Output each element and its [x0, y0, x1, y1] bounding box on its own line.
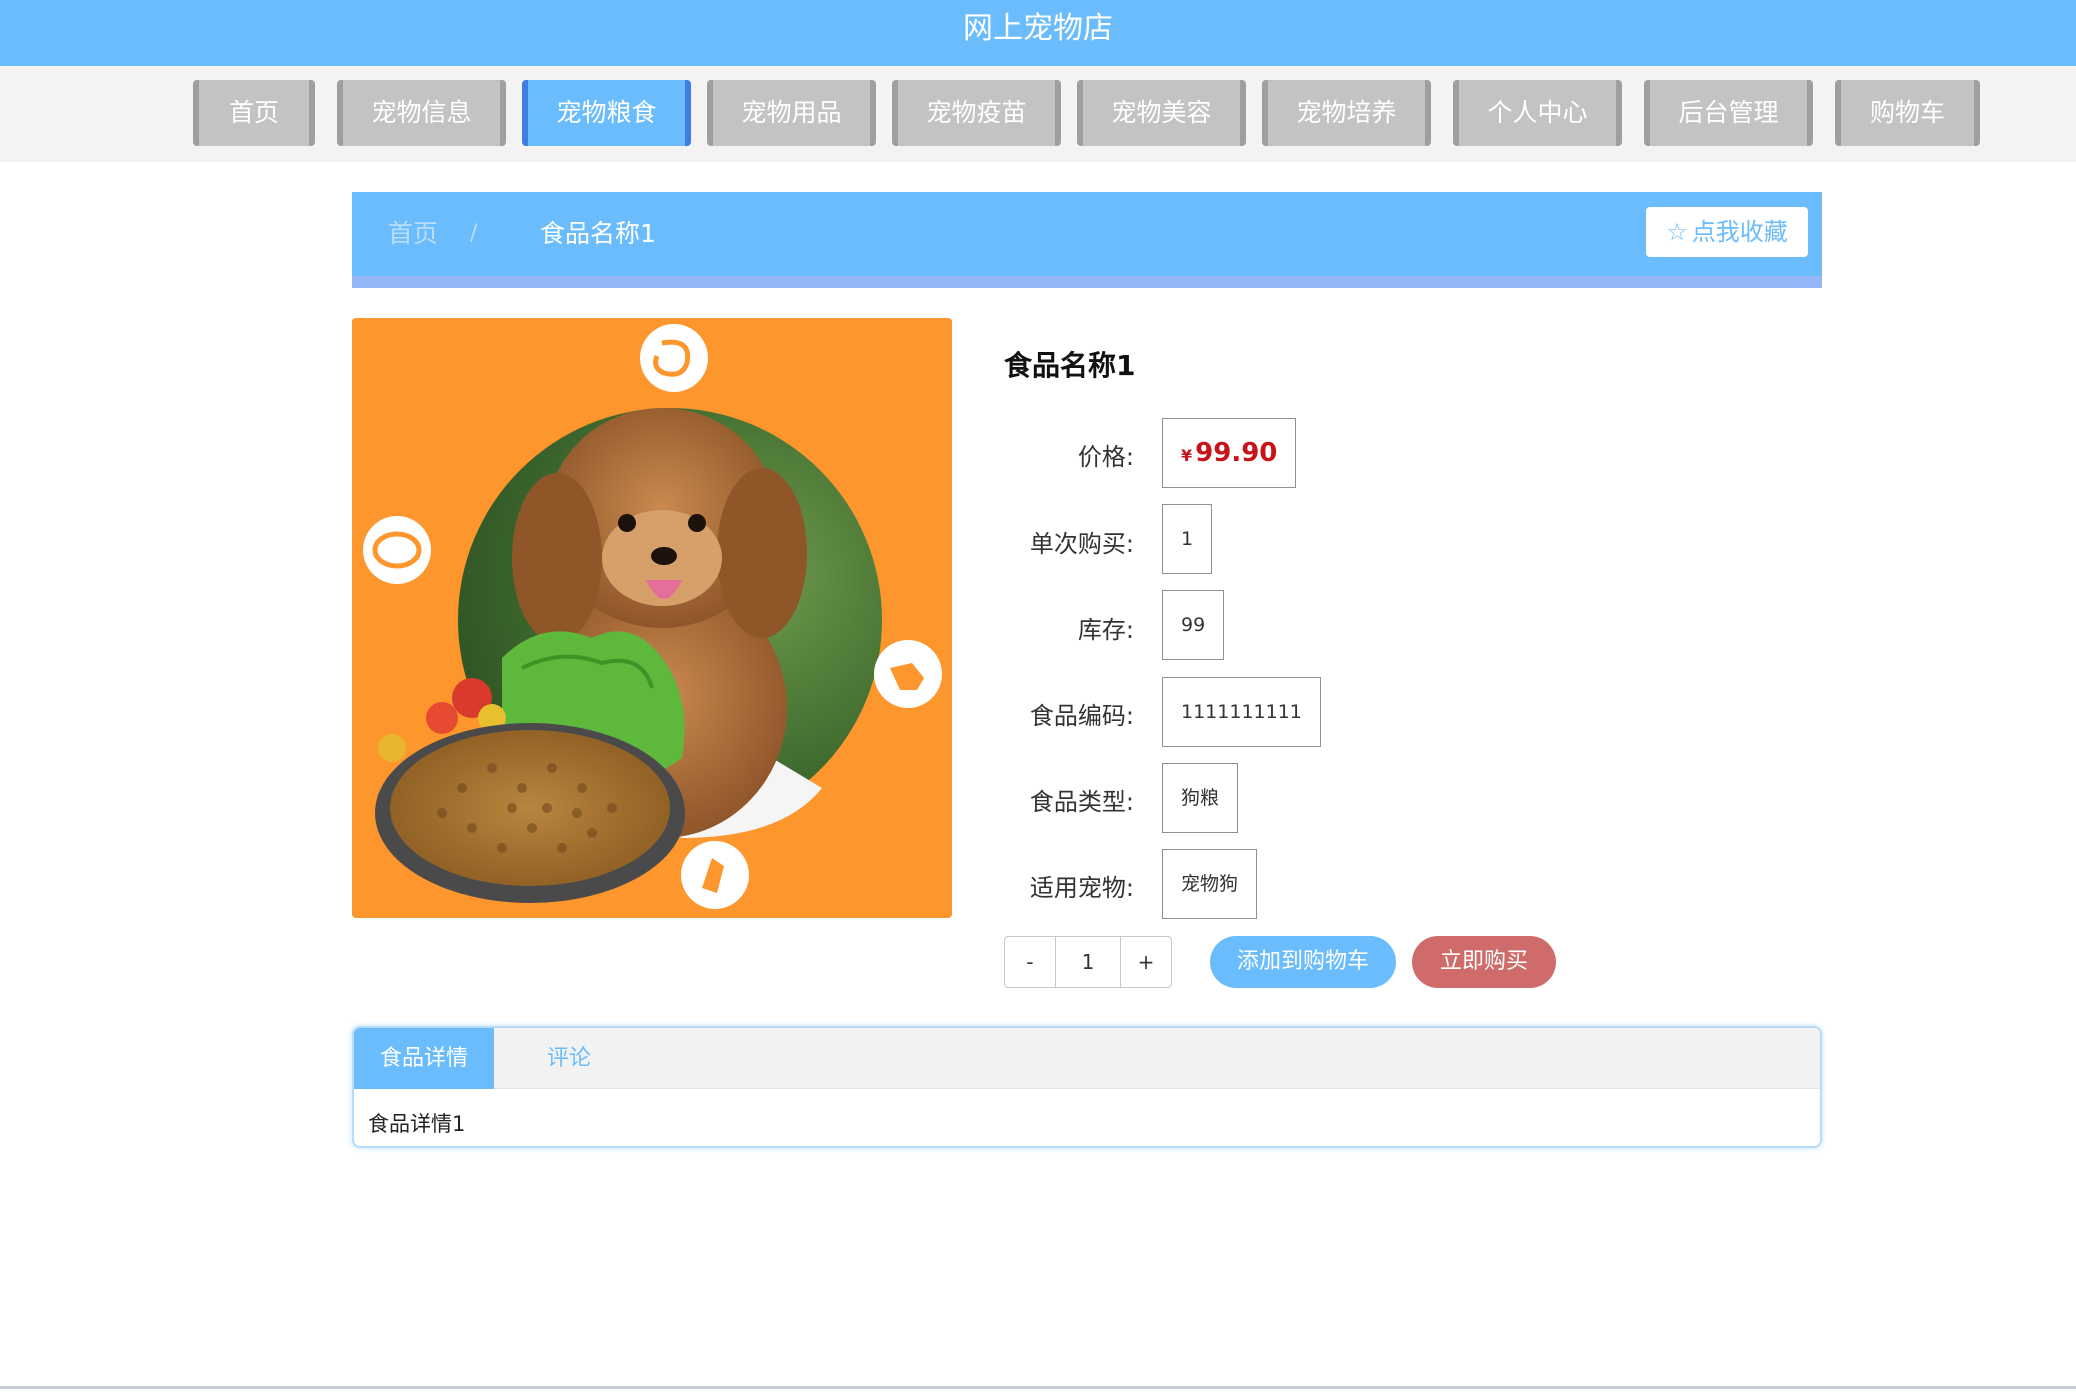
- footer-divider: [0, 1386, 2076, 1389]
- nav-pet-food[interactable]: 宠物粮食: [522, 80, 691, 146]
- product-image: [352, 318, 952, 918]
- main-nav: 首页 宠物信息 宠物粮食 宠物用品 宠物疫苗 宠物美容 宠物培养 个人中心 后台…: [0, 66, 2076, 162]
- pet-value: 宠物狗: [1162, 849, 1258, 919]
- site-header: 网上宠物店: [0, 0, 2076, 66]
- nav-cart[interactable]: 购物车: [1835, 80, 1980, 146]
- type-label: 食品类型:: [1029, 788, 1134, 816]
- stock-value: 99: [1162, 590, 1225, 660]
- nav-pet-info[interactable]: 宠物信息: [337, 80, 506, 146]
- breadcrumb-separator: /: [470, 221, 478, 246]
- nav-pet-grooming[interactable]: 宠物美容: [1077, 80, 1246, 146]
- price-label: 价格:: [1077, 443, 1134, 471]
- price-value: 99.90: [1195, 438, 1278, 468]
- nav-pet-vaccine[interactable]: 宠物疫苗: [892, 80, 1061, 146]
- nav-home[interactable]: 首页: [193, 80, 315, 146]
- pet-label: 适用宠物:: [1029, 874, 1134, 902]
- tab-comments[interactable]: 评论: [494, 1028, 644, 1089]
- breadcrumb: 首页 / 食品名称1 ☆ 点我收藏: [352, 192, 1822, 288]
- tab-food-details[interactable]: 食品详情: [354, 1028, 494, 1089]
- tab-bar: 食品详情 评论: [354, 1028, 1820, 1089]
- favorite-button[interactable]: ☆ 点我收藏: [1646, 207, 1808, 257]
- tab-content: 食品详情1: [368, 1112, 466, 1136]
- add-to-cart-button[interactable]: 添加到购物车: [1210, 936, 1396, 988]
- product-image-art: [352, 318, 952, 918]
- currency-symbol: ¥: [1181, 446, 1193, 465]
- quantity-stepper: - 1 +: [1004, 936, 1172, 988]
- site-title: 网上宠物店: [963, 11, 1113, 46]
- breadcrumb-current: 食品名称1: [540, 219, 656, 248]
- code-value: 1111111111: [1162, 677, 1321, 747]
- stock-label: 库存:: [1077, 616, 1134, 644]
- nav-pet-training[interactable]: 宠物培养: [1262, 80, 1431, 146]
- nav-pet-supplies[interactable]: 宠物用品: [707, 80, 876, 146]
- quantity-increase-button[interactable]: +: [1121, 937, 1171, 987]
- buy-now-button[interactable]: 立即购买: [1412, 936, 1556, 988]
- quantity-decrease-button[interactable]: -: [1005, 937, 1055, 987]
- detail-tabs: 食品详情 评论 食品详情1: [352, 1026, 1822, 1148]
- quantity-input[interactable]: 1: [1055, 937, 1121, 987]
- nav-personal-center[interactable]: 个人中心: [1453, 80, 1622, 146]
- breadcrumb-home[interactable]: 首页: [388, 214, 438, 254]
- nav-admin[interactable]: 后台管理: [1644, 80, 1813, 146]
- price-value-box: ¥99.90: [1162, 418, 1297, 488]
- star-outline-icon: ☆: [1666, 218, 1688, 246]
- single-purchase-label: 单次购买:: [1029, 530, 1134, 558]
- favorite-label: 点我收藏: [1691, 218, 1788, 246]
- single-purchase-value: 1: [1162, 504, 1213, 574]
- type-value: 狗粮: [1162, 763, 1239, 833]
- product-name: 食品名称1: [1004, 349, 1136, 382]
- code-label: 食品编码:: [1029, 702, 1134, 730]
